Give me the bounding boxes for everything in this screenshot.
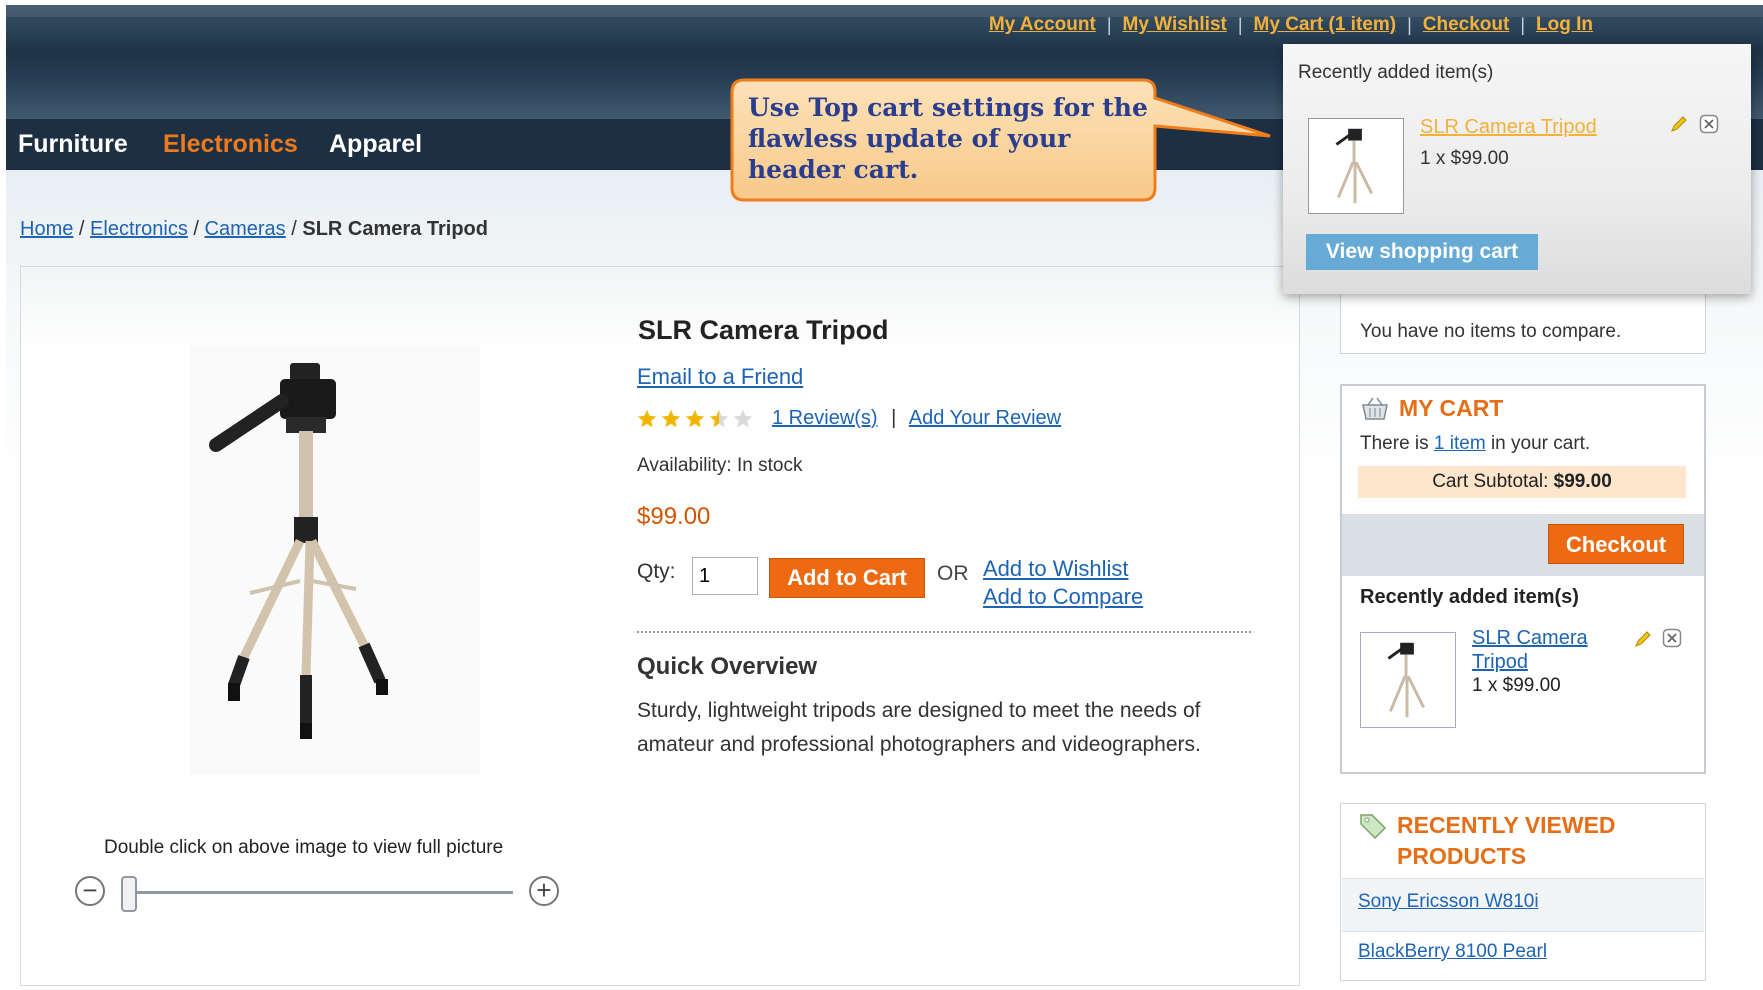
sidebar-cart-item-name[interactable]: SLR Camera Tripod <box>1472 626 1612 674</box>
star-icon <box>661 409 681 428</box>
product-description: Sturdy, lightweight tripods are designed… <box>637 699 1201 756</box>
star-icon <box>637 409 657 428</box>
cart-subtotal: Cart Subtotal: $99.00 <box>1358 466 1686 498</box>
subtotal-label: Cart Subtotal: <box>1432 471 1549 492</box>
recently-viewed-item[interactable]: Sony Ericsson W810i <box>1358 891 1539 913</box>
nav-item-furniture[interactable]: Furniture <box>18 130 128 159</box>
product-title: SLR Camera Tripod <box>638 315 889 345</box>
dropdown-item-qty: 1 x $99.00 <box>1420 148 1509 169</box>
compare-empty-text: You have no items to compare. <box>1360 321 1622 342</box>
image-hint-text: Double click on above image to view full… <box>104 837 504 858</box>
recently-viewed-item[interactable]: BlackBerry 8100 Pearl <box>1358 941 1547 963</box>
reviews-row: 1 Review(s) | Add Your Review <box>772 407 1061 430</box>
rating-stars <box>636 408 754 430</box>
divider <box>637 631 1251 633</box>
product-price: $99.00 <box>637 503 711 530</box>
cart-line-suffix: in your cart. <box>1485 433 1591 454</box>
subtotal-value: $99.00 <box>1553 471 1612 492</box>
zoom-out-button[interactable]: − <box>75 876 105 906</box>
dropdown-item-name[interactable]: SLR Camera Tripod <box>1420 116 1597 138</box>
reviews-link[interactable]: 1 Review(s) <box>772 407 878 429</box>
edit-pencil-icon[interactable] <box>1669 114 1689 134</box>
view-shopping-cart-button[interactable]: View shopping cart <box>1306 234 1538 270</box>
star-icon <box>709 409 729 428</box>
zoom-slider-handle[interactable] <box>121 876 137 912</box>
sidebar-recent-title: Recently added item(s) <box>1360 586 1579 608</box>
dropdown-item-thumbnail[interactable] <box>1308 118 1404 214</box>
star-icon <box>733 409 753 428</box>
breadcrumb-separator: / <box>193 218 199 240</box>
breadcrumb-electronics[interactable]: Electronics <box>90 218 188 240</box>
quick-overview-title: Quick Overview <box>637 653 818 680</box>
link-separator: | <box>1520 14 1526 35</box>
product-image[interactable] <box>180 345 490 775</box>
my-account-link[interactable]: My Account <box>989 14 1096 36</box>
qty-input[interactable] <box>692 557 758 595</box>
remove-item-icon[interactable] <box>1662 628 1682 648</box>
recently-viewed-title: RECENTLY VIEWED PRODUCTS <box>1397 812 1616 869</box>
star-icon <box>685 409 705 428</box>
link-separator: | <box>1106 14 1112 35</box>
nav-item-electronics[interactable]: Electronics <box>163 130 298 159</box>
sidebar-checkout-button[interactable]: Checkout <box>1548 524 1684 564</box>
review-separator: | <box>891 407 897 429</box>
tag-icon <box>1360 814 1387 840</box>
sidebar-cart-item-qty: 1 x $99.00 <box>1472 675 1561 696</box>
breadcrumb-home[interactable]: Home <box>20 218 73 240</box>
remove-item-icon[interactable] <box>1699 114 1719 134</box>
email-friend-link[interactable]: Email to a Friend <box>637 364 803 390</box>
edit-pencil-icon[interactable] <box>1633 629 1653 649</box>
availability-text: Availability: In stock <box>637 455 803 476</box>
checkout-link[interactable]: Checkout <box>1423 14 1510 36</box>
my-wishlist-link[interactable]: My Wishlist <box>1123 14 1227 36</box>
qty-label: Qty: <box>637 560 676 583</box>
or-text: OR <box>937 562 969 585</box>
zoom-in-button[interactable]: + <box>529 876 559 906</box>
add-review-link[interactable]: Add Your Review <box>909 407 1061 429</box>
dropdown-item-name-wrap: SLR Camera Tripod <box>1420 116 1597 139</box>
breadcrumb: Home / Electronics / Cameras / SLR Camer… <box>20 218 488 241</box>
header-top-links: My Account | My Wishlist | My Cart (1 it… <box>989 14 1593 36</box>
basket-icon <box>1362 397 1388 420</box>
add-to-cart-button[interactable]: Add to Cart <box>769 558 925 598</box>
add-to-compare-link[interactable]: Add to Compare <box>983 584 1143 610</box>
cart-item-thumbnail[interactable] <box>1360 632 1456 728</box>
zoom-slider-track[interactable] <box>125 891 513 894</box>
link-separator: | <box>1237 14 1243 35</box>
breadcrumb-separator: / <box>78 218 85 240</box>
log-in-link[interactable]: Log In <box>1536 14 1593 36</box>
cart-line-prefix: There is <box>1360 433 1434 454</box>
breadcrumb-current: SLR Camera Tripod <box>302 218 488 240</box>
my-cart-link[interactable]: My Cart (1 item) <box>1254 14 1397 36</box>
link-separator: | <box>1407 14 1412 35</box>
add-to-wishlist-link[interactable]: Add to Wishlist <box>983 556 1129 582</box>
callout-text: Use Top cart settings for the flawless u… <box>748 93 1148 184</box>
my-cart-summary: There is 1 item in your cart. <box>1360 433 1590 455</box>
my-cart-title: MY CART <box>1399 395 1504 421</box>
cart-item-count-link[interactable]: 1 item <box>1434 433 1486 454</box>
nav-item-apparel[interactable]: Apparel <box>329 130 422 159</box>
breadcrumb-separator: / <box>291 218 297 240</box>
breadcrumb-cameras[interactable]: Cameras <box>205 218 286 240</box>
dropdown-cart-title: Recently added item(s) <box>1298 62 1494 83</box>
